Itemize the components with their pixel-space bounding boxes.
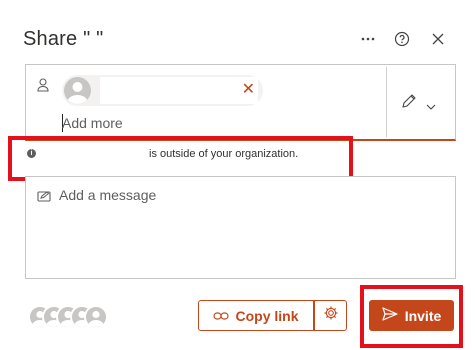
avatar (84, 305, 108, 329)
highlight-box (360, 285, 463, 348)
copy-link-label: Copy link (235, 307, 299, 324)
link-settings-button[interactable] (314, 300, 347, 331)
link-icon (213, 308, 230, 324)
add-more-input[interactable]: Add more (62, 115, 123, 131)
remove-recipient-icon[interactable]: ✕ (242, 81, 255, 99)
pencil-icon[interactable] (401, 93, 417, 114)
person-icon (37, 78, 49, 97)
recipients-box[interactable]: ✕ Add more (25, 64, 456, 141)
highlight-box (8, 136, 353, 181)
divider (386, 67, 387, 137)
more-options-icon[interactable] (357, 28, 379, 50)
dialog-title: Share " " (23, 28, 104, 50)
message-icon (37, 189, 51, 207)
close-icon[interactable] (427, 28, 449, 50)
help-icon[interactable] (391, 28, 413, 50)
message-placeholder: Add a message (59, 187, 157, 203)
recipient-chip[interactable]: ✕ (62, 75, 263, 106)
shared-with-avatars[interactable] (28, 305, 108, 329)
message-box[interactable]: Add a message (25, 176, 456, 279)
redacted-name (100, 77, 258, 104)
avatar (64, 77, 91, 104)
chevron-down-icon[interactable] (426, 97, 436, 115)
gear-icon (323, 305, 339, 326)
copy-link-button[interactable]: Copy link (198, 300, 314, 331)
